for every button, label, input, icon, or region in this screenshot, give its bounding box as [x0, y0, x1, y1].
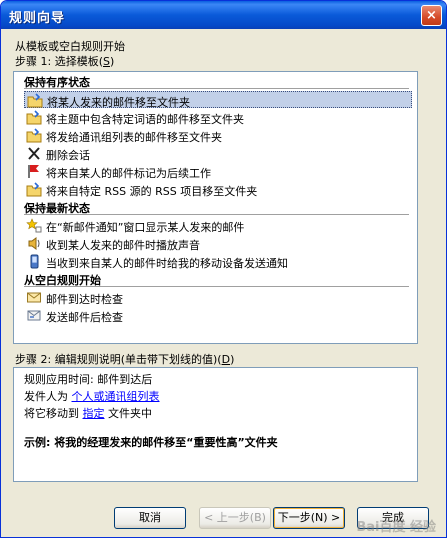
- folder-move-icon: [26, 110, 42, 125]
- cancel-button[interactable]: 取消: [114, 507, 186, 529]
- window-title: 规则向导: [9, 11, 66, 26]
- template-item-mobile-notify[interactable]: 当收到来自某人的邮件时给我的移动设备发送通知: [24, 253, 412, 270]
- template-item-check-on-arrival[interactable]: 邮件到达时检查: [24, 289, 412, 306]
- template-item-delete-conversation[interactable]: 删除会话: [24, 145, 412, 162]
- close-button[interactable]: ×: [421, 5, 442, 26]
- folder-move-icon: [26, 128, 42, 143]
- folder-move-icon: [26, 182, 42, 197]
- template-item-label: 邮件到达时检查: [46, 293, 123, 306]
- template-item-move-from-sender[interactable]: 将某人发来的邮件移至文件夹: [24, 91, 412, 109]
- template-item-label: 发送邮件后检查: [46, 311, 123, 324]
- template-item-move-rss[interactable]: 将来自特定 RSS 源的 RSS 项目移至文件夹: [24, 181, 412, 198]
- template-item-check-after-send[interactable]: 发送邮件后检查: [24, 307, 412, 324]
- speaker-icon: [28, 237, 40, 250]
- step1-label: 步骤 1: 选择模板(S): [15, 55, 115, 68]
- star-icon: [26, 218, 42, 233]
- template-item-move-dist-list[interactable]: 将发给通讯组列表的邮件移至文件夹: [24, 127, 412, 144]
- envelope-icon: [27, 292, 41, 303]
- rule-description-box: 规则应用时间: 邮件到达后 发件人为 个人或通讯组列表 将它移动到 指定 文件夹…: [13, 367, 418, 482]
- template-item-play-sound[interactable]: 收到某人发来的邮件时播放声音: [24, 235, 412, 252]
- template-item-label: 将发给通讯组列表的邮件移至文件夹: [46, 131, 222, 144]
- template-list[interactable]: 保持有序状态 将某人发来的邮件移至文件夹 将主题中包含特定词语的邮件移至文件夹 …: [13, 71, 418, 344]
- template-item-new-mail-alert[interactable]: 在“新邮件通知”窗口显示某人发来的邮件: [24, 217, 412, 234]
- template-item-label: 将某人发来的邮件移至文件夹: [47, 96, 190, 109]
- template-item-label: 将主题中包含特定词语的邮件移至文件夹: [46, 113, 244, 126]
- rule-move-line: 将它移动到 指定 文件夹中: [24, 407, 152, 420]
- group-divider: [24, 286, 409, 287]
- delete-x-icon: [28, 147, 40, 160]
- folder-move-icon: [27, 93, 43, 108]
- rule-sender-line: 发件人为 个人或通讯组列表: [24, 390, 160, 403]
- template-item-label: 删除会话: [46, 149, 90, 162]
- title-bar[interactable]: 规则向导 ×: [1, 1, 446, 29]
- step1-intro: 从模板或空白规则开始: [15, 40, 125, 53]
- group-divider: [24, 88, 409, 89]
- mobile-device-icon: [30, 254, 39, 269]
- step2-label: 步骤 2: 编辑规则说明(单击带下划线的值)(D): [15, 353, 235, 366]
- template-item-move-by-subject[interactable]: 将主题中包含特定词语的邮件移至文件夹: [24, 109, 412, 126]
- template-item-label: 将来自某人的邮件标记为后续工作: [46, 167, 211, 180]
- template-item-label: 将来自特定 RSS 源的 RSS 项目移至文件夹: [46, 185, 258, 198]
- folder-link[interactable]: 指定: [83, 407, 105, 420]
- rule-apply-time: 规则应用时间: 邮件到达后: [24, 373, 153, 386]
- group-divider: [24, 214, 409, 215]
- send-mail-icon: [27, 310, 41, 321]
- red-flag-icon: [28, 165, 39, 178]
- next-button[interactable]: 下一步(N) >: [273, 507, 345, 529]
- rule-example: 示例: 将我的经理发来的邮件移至“重要性高”文件夹: [24, 436, 278, 449]
- rules-wizard-dialog: 规则向导 × 从模板或空白规则开始 步骤 1: 选择模板(S) 保持有序状态 将…: [0, 0, 447, 538]
- template-item-flag-followup[interactable]: 将来自某人的邮件标记为后续工作: [24, 163, 412, 180]
- template-item-label: 当收到来自某人的邮件时给我的移动设备发送通知: [46, 257, 288, 270]
- template-item-label: 收到某人发来的邮件时播放声音: [46, 239, 200, 252]
- watermark: Bai百度 经验: [356, 520, 436, 535]
- back-button[interactable]: < 上一步(B): [199, 507, 271, 529]
- template-item-label: 在“新邮件通知”窗口显示某人发来的邮件: [46, 221, 245, 234]
- sender-link[interactable]: 个人或通讯组列表: [72, 390, 160, 403]
